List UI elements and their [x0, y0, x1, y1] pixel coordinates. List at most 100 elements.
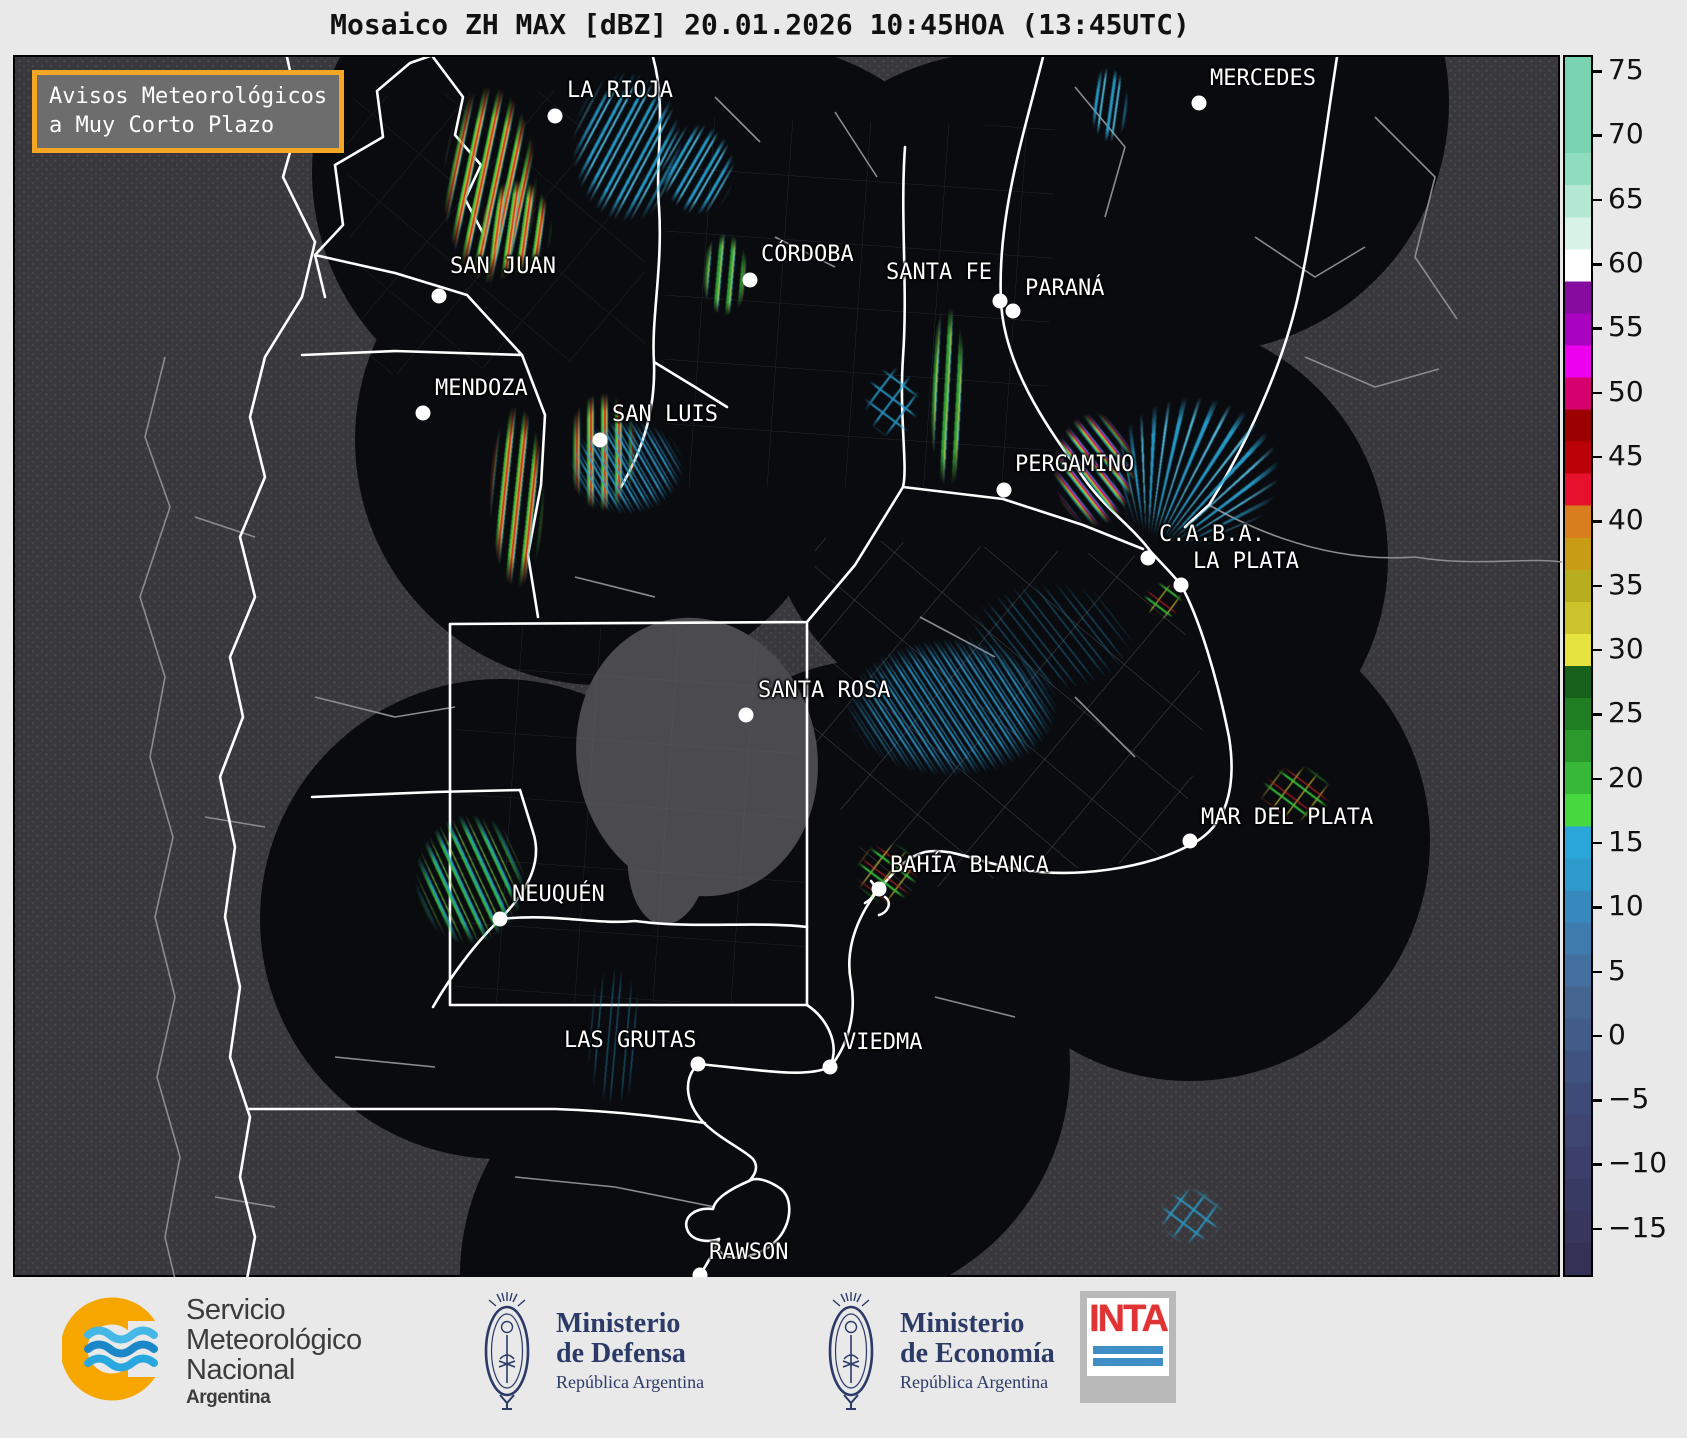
colorbar-tick [1593, 648, 1602, 652]
city-dot-san-luis [592, 432, 608, 448]
city-label-san-luis: SAN LUIS [612, 402, 718, 427]
colorbar-tick-label: 45 [1608, 438, 1644, 472]
city-label-las-grutas: LAS GRUTAS [564, 1028, 697, 1053]
radar-echo-cyan [1084, 57, 1134, 152]
colorbar-tick-label: 40 [1608, 503, 1644, 537]
smn-country: Argentina [186, 1387, 271, 1409]
inta-wordmark: INTA [1089, 1298, 1169, 1340]
colorbar-tick [1593, 327, 1602, 330]
defensa-dept: de Defensa [556, 1338, 686, 1370]
inta-bar-2 [1093, 1357, 1163, 1366]
city-label-santa-rosa: SANTA ROSA [758, 678, 891, 703]
city-label-mercedes: MERCEDES [1210, 66, 1316, 91]
city-label-parana: PARANÁ [1025, 276, 1105, 301]
radar-mosaic-page: Mosaico ZH MAX [dBZ] 20.01.2026 10:45HOA… [0, 0, 1687, 1438]
radar-echo-specks [1150, 1180, 1232, 1252]
dbz-colorbar [1563, 55, 1593, 1277]
colorbar-tick [1593, 906, 1602, 909]
economia-wordmark: Ministerio de Economía República Argenti… [900, 1308, 1055, 1393]
city-dot-santa-rosa [738, 707, 754, 723]
colorbar-tick-label: −15 [1608, 1210, 1668, 1244]
radar-echo-conv [482, 382, 552, 612]
colorbar-tick-label: 75 [1608, 52, 1644, 86]
colorbar-tick-label: 55 [1608, 310, 1644, 344]
inta-logo-inner: INTA [1087, 1298, 1169, 1376]
map-base-svg [139, 57, 1562, 1279]
colorbar-tick-label: 20 [1608, 760, 1644, 794]
city-dot-caba [1140, 550, 1156, 566]
city-label-la-plata: LA PLATA [1193, 549, 1299, 574]
colorbar-tick [1593, 713, 1602, 716]
city-dot-santa-fe [992, 293, 1008, 309]
colorbar-tick [1593, 391, 1602, 395]
colorbar-tick [1593, 520, 1602, 523]
colorbar-tick [1593, 455, 1602, 459]
colorbar-tick-label: 25 [1608, 696, 1644, 730]
colorbar-tick-label: 5 [1608, 953, 1626, 987]
inta-bar-1 [1093, 1345, 1163, 1354]
economia-dept: de Economía [900, 1338, 1055, 1370]
colorbar-tick [1593, 1163, 1602, 1166]
colorbar-tick-label: 0 [1608, 1017, 1626, 1051]
radar-echo-green [924, 282, 972, 512]
defensa-country: República Argentina [556, 1372, 705, 1393]
warning-annotation-line2: a Muy Corto Plazo [49, 112, 275, 138]
colorbar-tick-label: 50 [1608, 374, 1644, 408]
city-dot-las-grutas [690, 1056, 706, 1072]
radar-echo-cyan [650, 112, 745, 227]
radar-map: LA RIOJA MERCEDES SAN JUAN CÓRDOBA SANTA FE P… [13, 52, 1562, 1283]
colorbar-tick-label: 60 [1608, 245, 1644, 279]
colorbar-tick-label: 65 [1608, 181, 1644, 215]
city-dot-la-plata [1173, 577, 1189, 593]
colorbar-tick-label: 10 [1608, 889, 1644, 923]
smn-logo-icon [62, 1297, 168, 1401]
warning-annotation-box: Avisos Meteorológicos a Muy Corto Plazo [32, 70, 345, 154]
smn-wordmark: Servicio Meteorológico Nacional Argentin… [186, 1295, 362, 1408]
smn-line3: Nacional [186, 1354, 295, 1387]
colorbar-tick-label: 15 [1608, 824, 1644, 858]
city-dot-mercedes [1191, 95, 1207, 111]
city-dot-mendoza [415, 405, 431, 421]
smn-line2: Meteorológico [186, 1324, 362, 1357]
city-dot-cordoba [742, 272, 758, 288]
smn-line1: Servicio [186, 1294, 286, 1326]
city-dot-la-rioja [547, 108, 563, 124]
city-label-cordoba: CÓRDOBA [761, 242, 854, 267]
page-title: Mosaico ZH MAX [dBZ] 20.01.2026 10:45HOA… [330, 8, 1190, 41]
colorbar-tick [1593, 263, 1602, 266]
colorbar-tick-label: −10 [1608, 1146, 1668, 1180]
city-label-santa-fe: SANTA FE [886, 260, 992, 285]
city-label-la-rioja: LA RIOJA [567, 78, 673, 103]
economia-crest-icon [828, 1292, 874, 1410]
city-dot-neuquen [492, 911, 508, 927]
colorbar-tick [1593, 1227, 1602, 1231]
city-label-neuquen: NEUQUÉN [512, 882, 605, 907]
colorbar-tick-label: 35 [1608, 567, 1644, 601]
city-label-rawson: RAWSON [709, 1240, 789, 1265]
city-dot-mar-del-plata [1182, 833, 1198, 849]
colorbar-tick-label: −5 [1608, 1081, 1650, 1115]
defensa-ministry: Ministerio [556, 1308, 681, 1339]
colorbar-tick-label: 70 [1608, 117, 1644, 151]
economia-ministry: Ministerio [900, 1308, 1025, 1339]
colorbar-tick [1593, 198, 1602, 202]
city-dot-viedma [822, 1059, 838, 1075]
city-label-caba: C.A.B.A. [1159, 522, 1265, 547]
colorbar-tick [1593, 777, 1602, 781]
colorbar-tick [1593, 70, 1602, 73]
colorbar-tick [1593, 970, 1602, 973]
defensa-wordmark: Ministerio de Defensa República Argentin… [556, 1308, 705, 1393]
city-label-mendoza: MENDOZA [435, 376, 528, 401]
city-label-pergamino: PERGAMINO [1015, 452, 1135, 477]
city-dot-san-juan [431, 288, 447, 304]
city-label-mar-del-plata: MAR DEL PLATA [1201, 805, 1374, 830]
city-dot-pergamino [996, 482, 1012, 498]
radar-echo-greencyan [400, 797, 540, 962]
footer: Servicio Meteorológico Nacional Argentin… [0, 1277, 1687, 1438]
warning-annotation-line1: Avisos Meteorológicos [49, 84, 328, 109]
inta-logo: INTA [1080, 1291, 1176, 1403]
defensa-crest-icon [484, 1292, 530, 1410]
economia-country: República Argentina [900, 1372, 1049, 1393]
city-dot-bahia-blanca [871, 881, 887, 897]
city-dot-parana [1005, 303, 1021, 319]
